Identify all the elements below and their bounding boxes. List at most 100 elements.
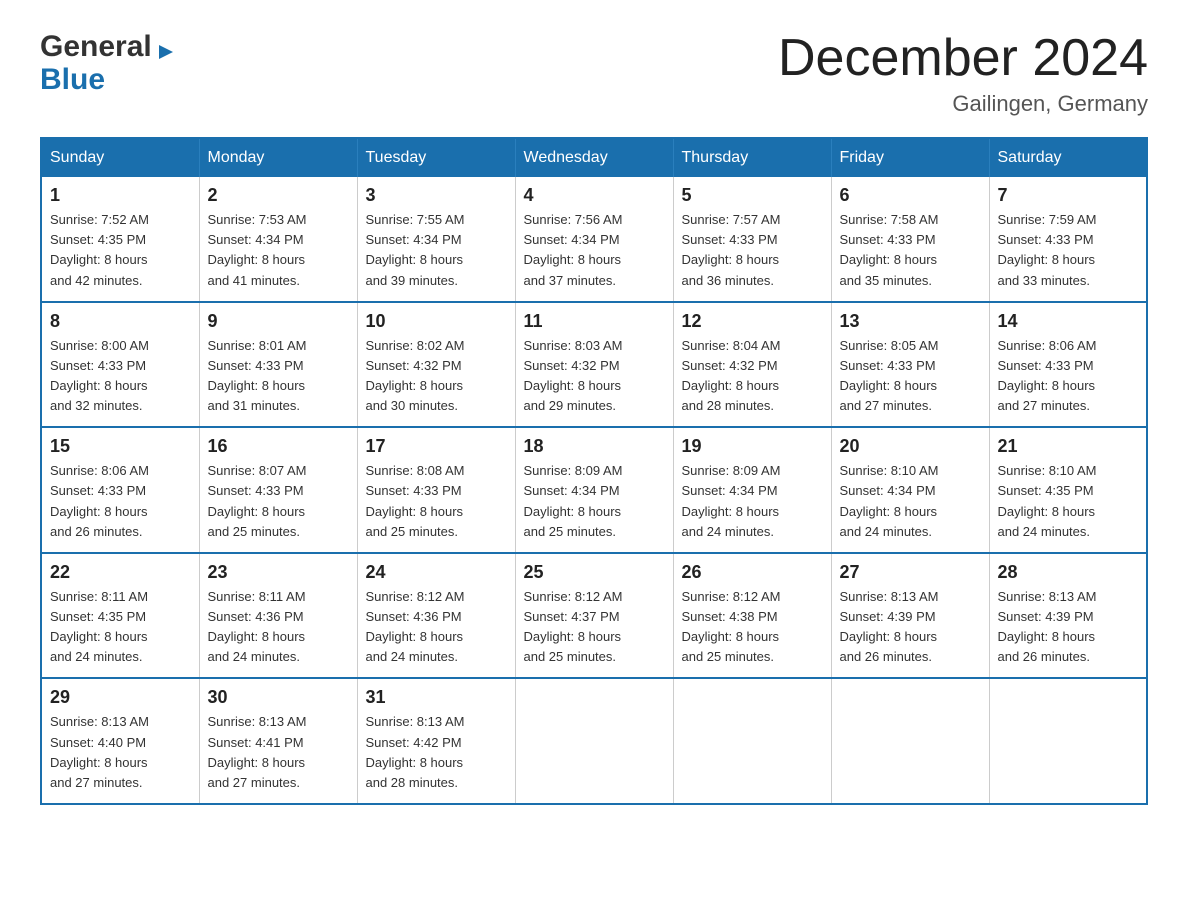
- calendar-cell: 24 Sunrise: 8:12 AM Sunset: 4:36 PM Dayl…: [357, 553, 515, 679]
- day-info: Sunrise: 8:04 AM Sunset: 4:32 PM Dayligh…: [682, 336, 823, 417]
- logo-line1: General: [40, 30, 177, 63]
- calendar-cell: 16 Sunrise: 8:07 AM Sunset: 4:33 PM Dayl…: [199, 427, 357, 553]
- day-number: 15: [50, 436, 191, 457]
- location-label: Gailingen, Germany: [778, 91, 1148, 117]
- day-number: 14: [998, 311, 1139, 332]
- day-number: 16: [208, 436, 349, 457]
- weekday-header-monday: Monday: [199, 138, 357, 177]
- calendar-cell: [831, 678, 989, 804]
- day-number: 27: [840, 562, 981, 583]
- calendar-header: SundayMondayTuesdayWednesdayThursdayFrid…: [41, 138, 1147, 177]
- calendar-cell: [673, 678, 831, 804]
- title-section: December 2024 Gailingen, Germany: [778, 30, 1148, 117]
- month-year-title: December 2024: [778, 30, 1148, 87]
- calendar-cell: 11 Sunrise: 8:03 AM Sunset: 4:32 PM Dayl…: [515, 302, 673, 428]
- calendar-cell: 6 Sunrise: 7:58 AM Sunset: 4:33 PM Dayli…: [831, 177, 989, 302]
- day-number: 2: [208, 185, 349, 206]
- day-number: 20: [840, 436, 981, 457]
- logo-general-text: General: [40, 30, 152, 63]
- calendar-cell: 29 Sunrise: 8:13 AM Sunset: 4:40 PM Dayl…: [41, 678, 199, 804]
- day-number: 12: [682, 311, 823, 332]
- day-info: Sunrise: 8:10 AM Sunset: 4:34 PM Dayligh…: [840, 461, 981, 542]
- day-info: Sunrise: 7:56 AM Sunset: 4:34 PM Dayligh…: [524, 210, 665, 291]
- day-info: Sunrise: 8:12 AM Sunset: 4:38 PM Dayligh…: [682, 587, 823, 668]
- calendar-cell: 14 Sunrise: 8:06 AM Sunset: 4:33 PM Dayl…: [989, 302, 1147, 428]
- page-header: General Blue December 2024 Gailingen, Ge…: [40, 30, 1148, 117]
- calendar-cell: 17 Sunrise: 8:08 AM Sunset: 4:33 PM Dayl…: [357, 427, 515, 553]
- calendar-cell: 12 Sunrise: 8:04 AM Sunset: 4:32 PM Dayl…: [673, 302, 831, 428]
- calendar-cell: 19 Sunrise: 8:09 AM Sunset: 4:34 PM Dayl…: [673, 427, 831, 553]
- day-number: 30: [208, 687, 349, 708]
- logo-arrow-icon: [155, 41, 177, 63]
- day-number: 18: [524, 436, 665, 457]
- day-info: Sunrise: 8:10 AM Sunset: 4:35 PM Dayligh…: [998, 461, 1139, 542]
- day-number: 29: [50, 687, 191, 708]
- day-number: 10: [366, 311, 507, 332]
- calendar-cell: 4 Sunrise: 7:56 AM Sunset: 4:34 PM Dayli…: [515, 177, 673, 302]
- day-number: 4: [524, 185, 665, 206]
- day-number: 6: [840, 185, 981, 206]
- day-info: Sunrise: 8:13 AM Sunset: 4:41 PM Dayligh…: [208, 712, 349, 793]
- calendar-cell: 8 Sunrise: 8:00 AM Sunset: 4:33 PM Dayli…: [41, 302, 199, 428]
- weekday-header-wednesday: Wednesday: [515, 138, 673, 177]
- day-number: 3: [366, 185, 507, 206]
- day-number: 28: [998, 562, 1139, 583]
- day-info: Sunrise: 8:05 AM Sunset: 4:33 PM Dayligh…: [840, 336, 981, 417]
- calendar-cell: 10 Sunrise: 8:02 AM Sunset: 4:32 PM Dayl…: [357, 302, 515, 428]
- calendar-week-5: 29 Sunrise: 8:13 AM Sunset: 4:40 PM Dayl…: [41, 678, 1147, 804]
- day-info: Sunrise: 8:12 AM Sunset: 4:37 PM Dayligh…: [524, 587, 665, 668]
- calendar-cell: 13 Sunrise: 8:05 AM Sunset: 4:33 PM Dayl…: [831, 302, 989, 428]
- day-number: 5: [682, 185, 823, 206]
- calendar-cell: 15 Sunrise: 8:06 AM Sunset: 4:33 PM Dayl…: [41, 427, 199, 553]
- logo-blue-text: Blue: [40, 63, 105, 96]
- day-number: 9: [208, 311, 349, 332]
- weekday-header-friday: Friday: [831, 138, 989, 177]
- day-number: 26: [682, 562, 823, 583]
- day-number: 8: [50, 311, 191, 332]
- calendar-cell: 27 Sunrise: 8:13 AM Sunset: 4:39 PM Dayl…: [831, 553, 989, 679]
- weekday-header-tuesday: Tuesday: [357, 138, 515, 177]
- calendar-cell: 31 Sunrise: 8:13 AM Sunset: 4:42 PM Dayl…: [357, 678, 515, 804]
- calendar-body: 1 Sunrise: 7:52 AM Sunset: 4:35 PM Dayli…: [41, 177, 1147, 804]
- day-info: Sunrise: 8:13 AM Sunset: 4:39 PM Dayligh…: [998, 587, 1139, 668]
- day-info: Sunrise: 8:11 AM Sunset: 4:35 PM Dayligh…: [50, 587, 191, 668]
- logo: General Blue: [40, 30, 177, 96]
- calendar-cell: 1 Sunrise: 7:52 AM Sunset: 4:35 PM Dayli…: [41, 177, 199, 302]
- day-info: Sunrise: 8:13 AM Sunset: 4:42 PM Dayligh…: [366, 712, 507, 793]
- calendar-cell: 22 Sunrise: 8:11 AM Sunset: 4:35 PM Dayl…: [41, 553, 199, 679]
- day-info: Sunrise: 8:00 AM Sunset: 4:33 PM Dayligh…: [50, 336, 191, 417]
- day-info: Sunrise: 7:57 AM Sunset: 4:33 PM Dayligh…: [682, 210, 823, 291]
- day-info: Sunrise: 7:58 AM Sunset: 4:33 PM Dayligh…: [840, 210, 981, 291]
- weekday-header-thursday: Thursday: [673, 138, 831, 177]
- calendar-cell: 7 Sunrise: 7:59 AM Sunset: 4:33 PM Dayli…: [989, 177, 1147, 302]
- calendar-cell: 5 Sunrise: 7:57 AM Sunset: 4:33 PM Dayli…: [673, 177, 831, 302]
- day-number: 31: [366, 687, 507, 708]
- calendar-week-2: 8 Sunrise: 8:00 AM Sunset: 4:33 PM Dayli…: [41, 302, 1147, 428]
- day-number: 25: [524, 562, 665, 583]
- weekday-header-row: SundayMondayTuesdayWednesdayThursdayFrid…: [41, 138, 1147, 177]
- calendar-cell: 20 Sunrise: 8:10 AM Sunset: 4:34 PM Dayl…: [831, 427, 989, 553]
- day-number: 19: [682, 436, 823, 457]
- day-info: Sunrise: 8:03 AM Sunset: 4:32 PM Dayligh…: [524, 336, 665, 417]
- calendar-cell: 25 Sunrise: 8:12 AM Sunset: 4:37 PM Dayl…: [515, 553, 673, 679]
- calendar-week-1: 1 Sunrise: 7:52 AM Sunset: 4:35 PM Dayli…: [41, 177, 1147, 302]
- logo-line2: Blue: [40, 63, 177, 96]
- day-info: Sunrise: 7:52 AM Sunset: 4:35 PM Dayligh…: [50, 210, 191, 291]
- calendar-cell: [515, 678, 673, 804]
- day-info: Sunrise: 8:06 AM Sunset: 4:33 PM Dayligh…: [998, 336, 1139, 417]
- day-number: 23: [208, 562, 349, 583]
- day-number: 21: [998, 436, 1139, 457]
- day-number: 24: [366, 562, 507, 583]
- day-number: 13: [840, 311, 981, 332]
- calendar-cell: 28 Sunrise: 8:13 AM Sunset: 4:39 PM Dayl…: [989, 553, 1147, 679]
- day-info: Sunrise: 8:06 AM Sunset: 4:33 PM Dayligh…: [50, 461, 191, 542]
- calendar-cell: 21 Sunrise: 8:10 AM Sunset: 4:35 PM Dayl…: [989, 427, 1147, 553]
- weekday-header-sunday: Sunday: [41, 138, 199, 177]
- day-info: Sunrise: 8:08 AM Sunset: 4:33 PM Dayligh…: [366, 461, 507, 542]
- weekday-header-saturday: Saturday: [989, 138, 1147, 177]
- day-info: Sunrise: 8:07 AM Sunset: 4:33 PM Dayligh…: [208, 461, 349, 542]
- day-info: Sunrise: 8:02 AM Sunset: 4:32 PM Dayligh…: [366, 336, 507, 417]
- calendar-week-3: 15 Sunrise: 8:06 AM Sunset: 4:33 PM Dayl…: [41, 427, 1147, 553]
- day-info: Sunrise: 8:09 AM Sunset: 4:34 PM Dayligh…: [682, 461, 823, 542]
- calendar-week-4: 22 Sunrise: 8:11 AM Sunset: 4:35 PM Dayl…: [41, 553, 1147, 679]
